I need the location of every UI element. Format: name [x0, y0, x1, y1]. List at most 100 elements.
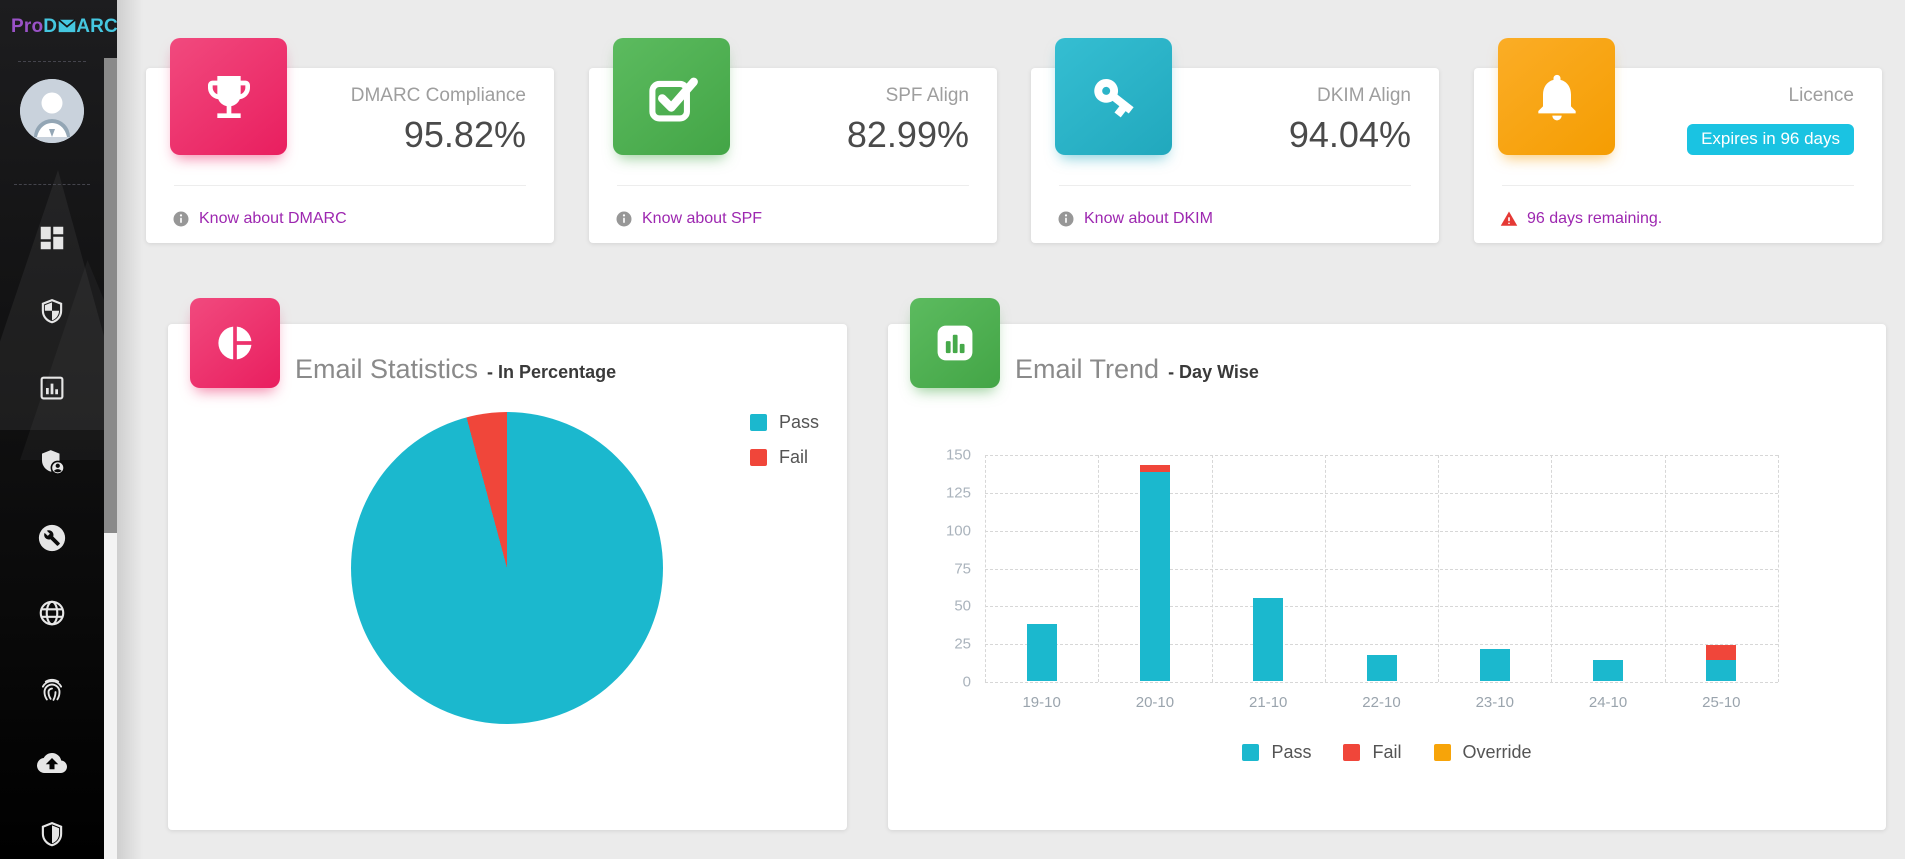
trend-legend-item-pass[interactable]: Pass: [1242, 742, 1311, 763]
sidebar-item-backup[interactable]: [37, 748, 67, 778]
legend-label: Pass: [779, 412, 819, 433]
gridline-vertical: [1098, 455, 1099, 682]
x-axis-tick-label: 22-10: [1325, 694, 1438, 711]
sidebar: ProDARC: [0, 0, 117, 859]
card-subtitle: - In Percentage: [487, 362, 616, 383]
x-axis-tick-label: 19-10: [985, 694, 1098, 711]
email-statistics-card: Email Statistics - In Percentage Pass Fai…: [168, 324, 847, 830]
bar-24-10: [1593, 660, 1623, 681]
sidebar-item-tools[interactable]: [37, 523, 67, 553]
shield-check-icon: [37, 297, 67, 327]
sidebar-item-security[interactable]: [37, 820, 67, 850]
licence-expiry-badge: Expires in 96 days: [1687, 124, 1854, 155]
bar-21-10: [1253, 598, 1283, 681]
gridline-horizontal: [985, 531, 1778, 532]
stat-label: SPF Align: [886, 85, 969, 107]
sidebar-item-domains[interactable]: [37, 447, 67, 477]
card-divider: [174, 185, 526, 186]
gridline-vertical: [1551, 455, 1552, 682]
x-axis-tick-label: 23-10: [1438, 694, 1551, 711]
info-icon: [172, 210, 190, 228]
bar-25-10: [1706, 645, 1736, 681]
bar-23-10: [1480, 649, 1510, 681]
gridline-horizontal: [985, 682, 1778, 683]
footer-note-label: 96 days remaining.: [1527, 210, 1662, 228]
scrollbar-thumb[interactable]: [104, 58, 117, 533]
sidebar-divider: [18, 61, 86, 62]
bar-chart-icon: [910, 298, 1000, 388]
content-left-shadow: [117, 0, 143, 859]
gridline-horizontal: [985, 606, 1778, 607]
pie-legend-item-pass[interactable]: Pass: [750, 412, 819, 433]
bar-segment-fail: [1706, 645, 1736, 660]
bar-segment-pass: [1140, 472, 1170, 681]
card-title: Email Statistics: [295, 354, 478, 385]
sidebar-item-protection[interactable]: [37, 297, 67, 327]
gridline-vertical: [1325, 455, 1326, 682]
y-axis-tick-label: 50: [913, 598, 971, 615]
card-divider: [1059, 185, 1411, 186]
spf-align-card: SPF Align 82.99% Know about SPF: [589, 68, 997, 243]
sidebar-item-forensics[interactable]: [37, 675, 67, 705]
shield-split-icon: [37, 820, 67, 850]
licence-remaining-note: 96 days remaining.: [1500, 198, 1662, 240]
bell-icon: [1498, 38, 1615, 155]
y-axis-tick-label: 0: [913, 674, 971, 691]
dashboard-grid-icon: [37, 223, 67, 253]
card-subtitle: - Day Wise: [1168, 362, 1259, 383]
know-about-dkim-link[interactable]: Know about DKIM: [1057, 198, 1213, 240]
bar-22-10: [1367, 655, 1397, 681]
gridline-vertical: [1665, 455, 1666, 682]
bar-segment-pass: [1027, 624, 1057, 682]
prodmarc-dashboard: ProDARC DMARC Compliance 95.82% Know abo…: [0, 0, 1905, 859]
report-chart-icon: [37, 373, 67, 403]
card-title-row: Email Statistics - In Percentage: [295, 354, 616, 385]
pie-legend-item-fail[interactable]: Fail: [750, 447, 819, 468]
pie-legend: Pass Fail: [750, 412, 819, 468]
footer-link-label: Know about DKIM: [1084, 210, 1213, 228]
x-axis-tick-label: 21-10: [1212, 694, 1325, 711]
legend-label: Fail: [1372, 742, 1401, 763]
fingerprint-icon: [37, 675, 67, 705]
stat-label: DMARC Compliance: [351, 85, 526, 107]
trend-legend-item-fail[interactable]: Fail: [1343, 742, 1401, 763]
x-axis-tick-label: 25-10: [1665, 694, 1778, 711]
know-about-spf-link[interactable]: Know about SPF: [615, 198, 762, 240]
email-trend-card: Email Trend - Day Wise 02550751001251501…: [888, 324, 1886, 830]
gridline-vertical: [1778, 455, 1779, 682]
shield-user-icon: [37, 447, 67, 477]
sidebar-divider: [14, 184, 90, 185]
x-axis-tick-label: 24-10: [1551, 694, 1664, 711]
dkim-align-card: DKIM Align 94.04% Know about DKIM: [1031, 68, 1439, 243]
info-icon: [615, 210, 633, 228]
trend-legend: Pass Fail Override: [888, 742, 1886, 763]
bar-segment-fail: [1140, 465, 1170, 473]
y-axis-tick-label: 125: [913, 484, 971, 501]
user-avatar[interactable]: [20, 79, 84, 143]
sidebar-scrollbar: [104, 0, 117, 859]
sidebar-item-reports[interactable]: [37, 373, 67, 403]
legend-swatch: [750, 414, 767, 431]
stat-value: 94.04%: [1289, 114, 1411, 156]
key-icon: [1055, 38, 1172, 155]
bar-20-10: [1140, 465, 1170, 681]
trend-legend-item-override[interactable]: Override: [1434, 742, 1532, 763]
y-axis-tick-label: 150: [913, 447, 971, 464]
legend-swatch: [1434, 744, 1451, 761]
app-logo[interactable]: ProDARC: [11, 16, 117, 38]
sidebar-item-dashboard[interactable]: [37, 223, 67, 253]
know-about-dmarc-link[interactable]: Know about DMARC: [172, 198, 347, 240]
sidebar-item-global[interactable]: [37, 598, 67, 628]
gridline-vertical: [1438, 455, 1439, 682]
gridline-horizontal: [985, 569, 1778, 570]
gridline-vertical: [1212, 455, 1213, 682]
gridline-horizontal: [985, 493, 1778, 494]
bar-segment-pass: [1367, 655, 1397, 681]
bar-19-10: [1027, 624, 1057, 682]
logo-pro: Pro: [11, 16, 43, 37]
gridline-horizontal: [985, 455, 1778, 456]
scrollbar-track: [104, 533, 117, 859]
trend-plot: 025507510012515019-1020-1021-1022-1023-1…: [985, 455, 1778, 682]
footer-link-label: Know about SPF: [642, 210, 762, 228]
legend-label: Override: [1463, 742, 1532, 763]
